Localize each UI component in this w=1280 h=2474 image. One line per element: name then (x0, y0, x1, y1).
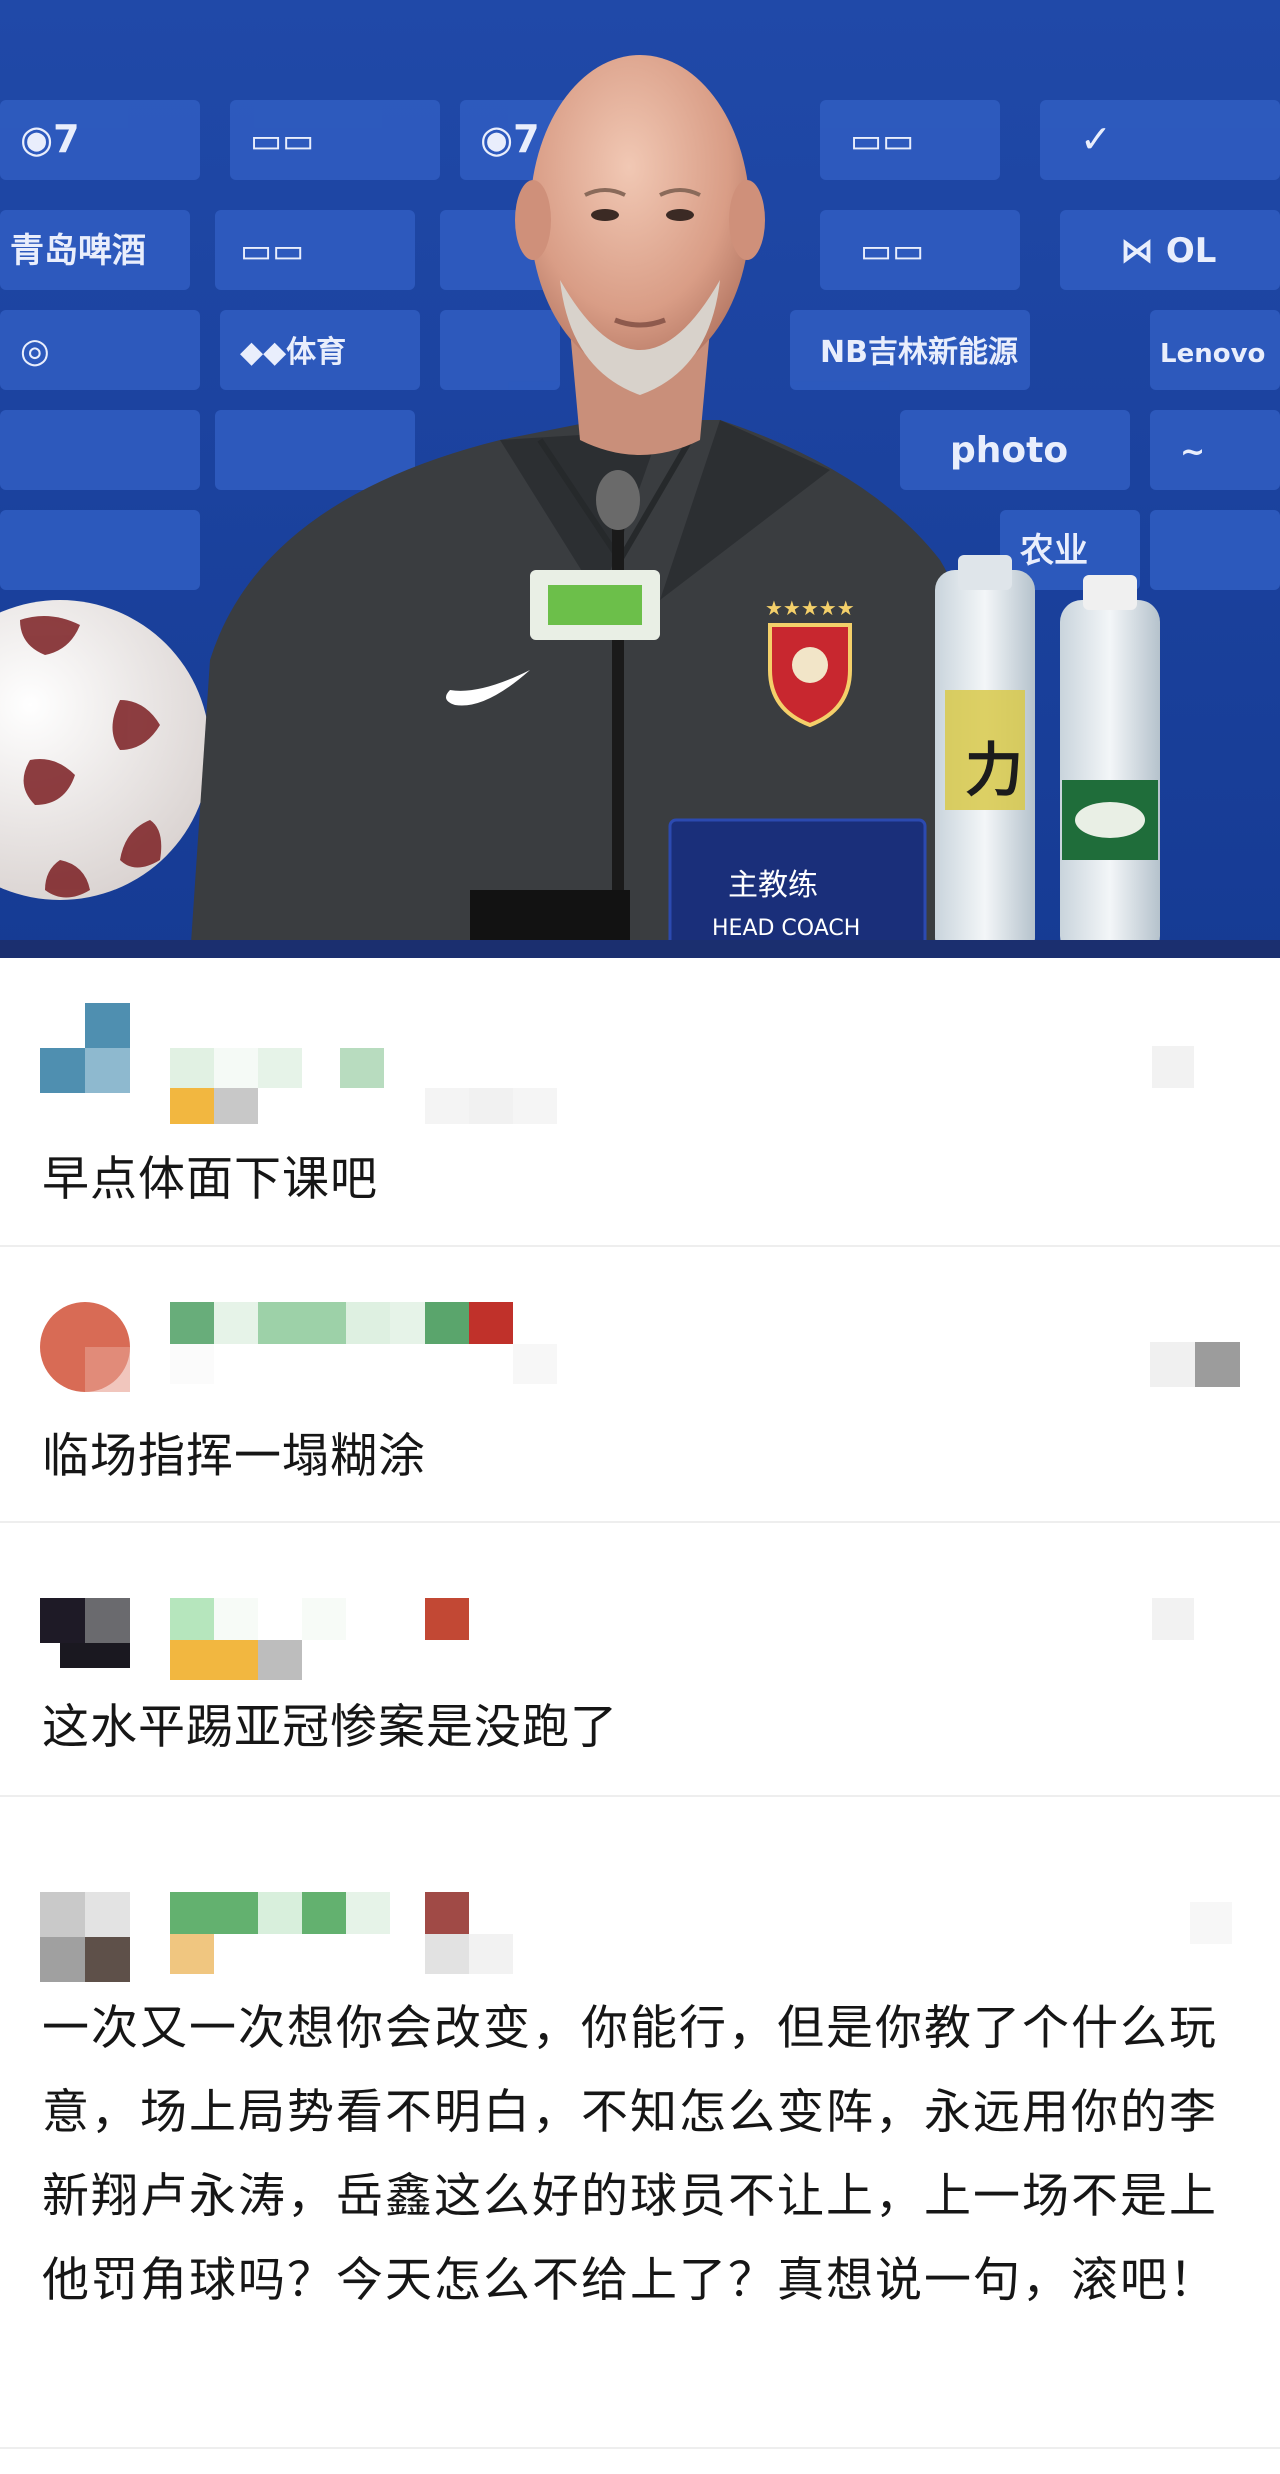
like-icon[interactable] (1190, 1902, 1232, 1944)
svg-text:▭▭: ▭▭ (240, 231, 304, 271)
sponsor-label: NB吉林新能源 (820, 335, 1018, 370)
bottle-label: 力 (965, 736, 1023, 804)
username-mosaic[interactable] (170, 1598, 560, 1688)
like-icon[interactable] (1152, 1046, 1194, 1088)
username-mosaic[interactable] (170, 1048, 560, 1148)
svg-text:⋈ OL: ⋈ OL (1120, 231, 1216, 271)
comment-text: 早点体面下课吧 (42, 1152, 378, 1207)
comment-item: 临场指挥一塌糊涂 (0, 1247, 1280, 1521)
sponsor-label: photo (950, 430, 1068, 471)
svg-text:◎: ◎ (20, 331, 50, 371)
username-mosaic[interactable] (170, 1892, 560, 1982)
svg-text:◉7: ◉7 (20, 117, 80, 161)
svg-text:▭▭: ▭▭ (860, 231, 924, 271)
avatar[interactable] (40, 1892, 130, 1982)
nameplate-subtitle: HEAD COACH (712, 916, 860, 941)
username-mosaic[interactable] (170, 1302, 560, 1392)
avatar[interactable] (40, 1302, 130, 1392)
comment-item: 一次又一次想你会改变，你能行，但是你教了个什么玩意，场上局势看不明白，不知怎么变… (0, 1797, 1280, 2447)
divider (0, 2447, 1280, 2449)
coach-press-conference-photo: ◉7 ▭▭ ◉7 ▭▭ ✓ 青岛啤酒 ▭▭ ▭▭ ⋈ OL ◎ ◆◆体育 NB吉… (0, 0, 1280, 958)
comment-item: 这水平踢亚冠惨案是没跑了 (0, 1523, 1280, 1795)
svg-text:▭▭: ▭▭ (850, 121, 914, 161)
nameplate-title: 主教练 (728, 868, 818, 903)
svg-text:✓: ✓ (1080, 117, 1112, 161)
svg-text:◉7: ◉7 (480, 117, 540, 161)
svg-text:◆◆体育: ◆◆体育 (240, 335, 346, 370)
sponsor-label: Lenovo (1160, 339, 1265, 369)
like-icon[interactable] (1150, 1342, 1240, 1387)
comment-text: 临场指挥一塌糊涂 (42, 1429, 426, 1484)
comment-text: 这水平踢亚冠惨案是没跑了 (42, 1700, 618, 1755)
avatar[interactable] (40, 1598, 130, 1668)
sponsor-label: 青岛啤酒 (10, 231, 146, 271)
svg-text:★★★★★: ★★★★★ (765, 596, 855, 620)
comment-item: 早点体面下课吧 (0, 958, 1280, 1245)
avatar[interactable] (40, 1003, 130, 1093)
sponsor-label: 农业 (1020, 531, 1088, 571)
svg-text:▭▭: ▭▭ (250, 121, 314, 161)
svg-text:~: ~ (1180, 435, 1205, 470)
comment-text: 一次又一次想你会改变，你能行，但是你教了个什么玩意，场上局势看不明白，不知怎么变… (42, 2001, 1218, 2308)
like-icon[interactable] (1152, 1598, 1194, 1640)
